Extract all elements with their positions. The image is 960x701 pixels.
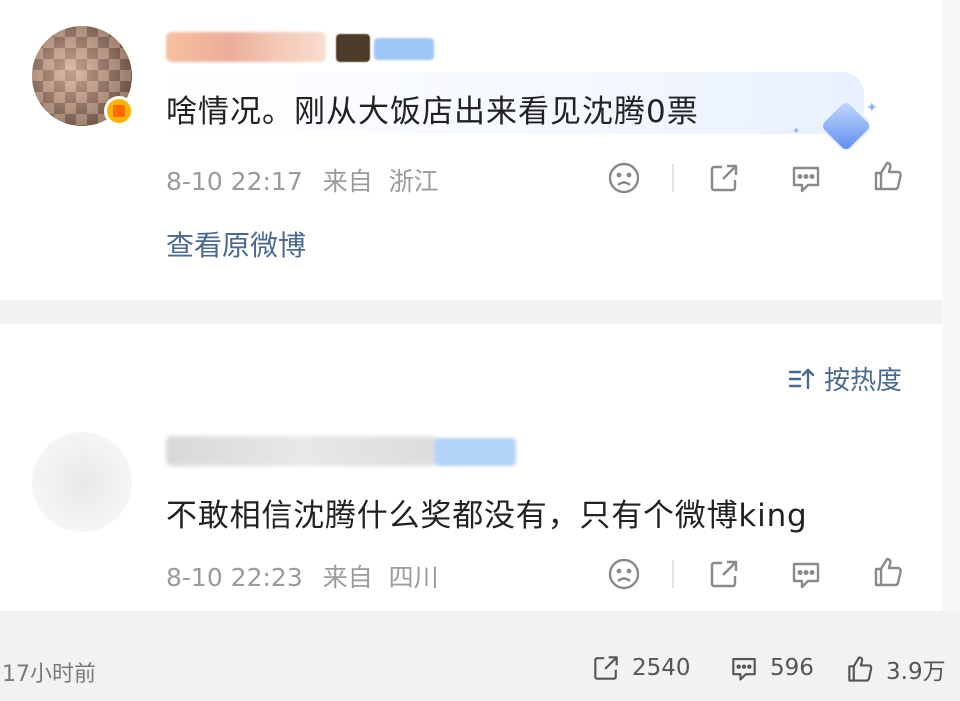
sad-face-icon[interactable]: [606, 160, 642, 196]
sort-icon: [786, 364, 816, 394]
username-blurred[interactable]: [166, 32, 326, 62]
comment-time: 8-10 22:17: [166, 167, 303, 196]
comment-card: [0, 0, 942, 300]
share-icon[interactable]: [706, 556, 742, 592]
divider: [672, 560, 674, 588]
comment-icon[interactable]: [788, 160, 824, 196]
comment-time: 8-10 22:23: [166, 563, 303, 592]
avatar-badge-icon: [104, 96, 134, 126]
comment-count-button[interactable]: 596: [728, 652, 814, 684]
like-count: 3.9万: [886, 659, 946, 685]
comment-icon: [728, 652, 760, 684]
right-gutter: [942, 0, 960, 611]
sad-face-icon[interactable]: [606, 556, 642, 592]
vip-badge: [434, 438, 516, 466]
share-icon[interactable]: [706, 160, 742, 196]
sparkle-icon: ✦: [866, 100, 878, 116]
thumbs-up-icon: [844, 653, 876, 685]
comment-icon[interactable]: [788, 556, 824, 592]
repost-button[interactable]: 2540: [590, 652, 691, 684]
share-icon: [590, 652, 622, 684]
thumbs-up-icon[interactable]: [870, 158, 906, 194]
username-blurred[interactable]: [166, 436, 436, 466]
comment-text: 不敢相信沈腾什么奖都没有，只有个微博king: [166, 498, 808, 534]
comment-meta: 8-10 22:23 来自 四川: [166, 558, 439, 594]
view-original-link[interactable]: 查看原微博: [166, 224, 306, 264]
vip-badge: [374, 38, 434, 60]
sparkle-icon: ✦: [792, 126, 801, 137]
sort-by-hot-button[interactable]: 按热度: [786, 360, 902, 397]
avatar[interactable]: [32, 432, 132, 532]
comment-location: 浙江: [388, 167, 439, 196]
sort-label: 按热度: [824, 366, 903, 396]
crown-icon: [336, 34, 370, 62]
divider: [672, 164, 674, 192]
comment-meta: 8-10 22:17 来自 浙江: [166, 162, 439, 198]
repost-count: 2540: [632, 655, 691, 681]
thumbs-up-icon[interactable]: [870, 554, 906, 590]
comment-count: 596: [770, 655, 814, 681]
comment-location: 四川: [388, 563, 439, 592]
like-button[interactable]: 3.9万: [844, 652, 946, 686]
comment-text: 啥情况。刚从大饭店出来看见沈腾0票: [166, 94, 699, 130]
post-time: 17小时前: [2, 662, 96, 687]
location-prefix: 来自: [322, 167, 373, 196]
location-prefix: 来自: [322, 563, 373, 592]
